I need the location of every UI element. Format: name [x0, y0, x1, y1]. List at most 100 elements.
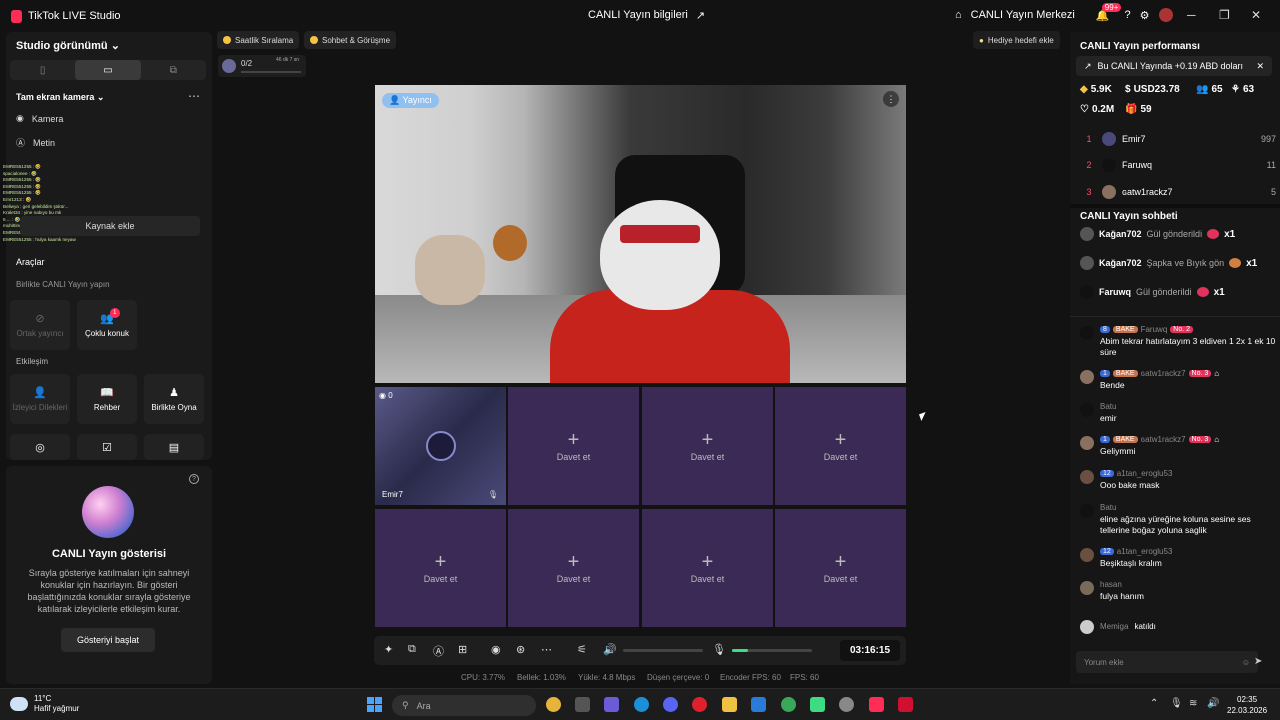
more-icon[interactable]: ⋯ — [188, 89, 200, 103]
app-icon[interactable] — [810, 697, 825, 712]
invite-slot[interactable]: + Davet et — [375, 509, 506, 627]
guide-tile[interactable]: 📖 Rehber — [77, 374, 137, 424]
play-together-tile[interactable]: ♟ Birlikte Oyna — [144, 374, 204, 424]
studio-view-dropdown[interactable]: Studio görünümü ⌄ — [16, 39, 120, 52]
hourly-ranking-pill[interactable]: Saatlik Sıralama — [217, 31, 300, 49]
ranking-row[interactable]: 1 Emir7 997 — [1080, 130, 1276, 148]
co-host-tile[interactable]: ⊘ Ortak yayıncı — [10, 300, 70, 350]
camera-icon: ◉ — [16, 113, 24, 123]
guest-slot-emir7[interactable]: ◉ 0 Emir7 🎙 — [375, 387, 506, 505]
tool-tile-row3-2[interactable]: ☑ — [77, 434, 137, 460]
live-info-button[interactable]: CANLI Yayın bilgileri ↗ — [588, 9, 705, 22]
add-source-button[interactable]: Kaynak ekle — [20, 216, 200, 236]
windows-start-icon[interactable] — [367, 697, 382, 712]
help-icon[interactable]: ? — [189, 474, 199, 484]
ranking-row[interactable]: 3 ɢatw1rackz7 5 — [1080, 183, 1276, 201]
weather-widget[interactable]: 11°C Hafif yağmur — [10, 694, 79, 714]
settings-app-icon[interactable] — [839, 697, 854, 712]
invite-slot[interactable]: + Davet et — [642, 509, 773, 627]
invite-slot[interactable]: + Davet et — [775, 509, 906, 627]
gift-goal-button[interactable]: ● Hediye hedefi ekle — [973, 31, 1060, 49]
close-icon[interactable]: ✕ — [1256, 61, 1264, 72]
ranking-row[interactable]: 2 Faruwq 11 — [1080, 156, 1276, 174]
mic-level-slider[interactable] — [732, 649, 812, 652]
avatar[interactable] — [1158, 8, 1173, 22]
bell-icon[interactable]: 🔔 99+ — [1096, 2, 1122, 22]
match-avatar — [222, 59, 236, 73]
magic-icon[interactable]: ✦ — [384, 643, 393, 656]
help-icon[interactable]: ? — [1125, 9, 1131, 21]
plus-icon: + — [834, 551, 847, 573]
live-center-link[interactable]: CANLI Yayın Merkezi — [971, 9, 1075, 21]
chrome-icon[interactable] — [546, 697, 561, 712]
chevron-up-icon[interactable]: ⌃ — [1150, 698, 1158, 709]
chat-call-pill[interactable]: Sohbet & Görüşme — [304, 31, 397, 49]
opera-icon[interactable] — [692, 697, 707, 712]
more-icon[interactable]: ⋯ — [541, 643, 552, 656]
multi-guest-tile[interactable]: 👥 1 Çoklu konuk — [77, 300, 137, 350]
mic-icon[interactable]: 🎙 — [712, 643, 726, 656]
join-message[interactable]: Memiga katıldı — [1080, 619, 1276, 634]
scene-dropdown[interactable]: Tam ekran kamera ⌄ — [16, 92, 104, 103]
clock[interactable]: 02:35 22.03.2026 — [1227, 694, 1267, 716]
dual-layout-button[interactable]: ⧉ — [141, 60, 206, 80]
camera-preview[interactable]: 👤 Yayıncı ⋮ — [375, 85, 906, 383]
bulb-icon: ● — [979, 35, 984, 45]
match-progress[interactable]: 0/2 46 dk 7 sn — [218, 55, 306, 77]
wifi-icon[interactable]: ≋ — [1189, 698, 1197, 709]
chat-message[interactable]: hasan fulya hanım — [1080, 580, 1276, 602]
chat-message[interactable]: 12 a1tan_eroglu53 Ooo bake mask — [1080, 469, 1276, 491]
chat-message[interactable]: 1 BAKE ɢatw1rackz7 No. 3 ⌂ Bende — [1080, 369, 1276, 391]
tiktok-studio-icon[interactable] — [869, 697, 884, 712]
invite-slot[interactable]: + Davet et — [775, 387, 906, 505]
teams-icon[interactable] — [604, 697, 619, 712]
emoji-icon[interactable]: ☺ — [1242, 658, 1250, 667]
mic-muted-icon[interactable]: 🎙 — [488, 490, 498, 499]
avatar — [1080, 436, 1094, 450]
home-icon[interactable]: ⌂ — [955, 9, 962, 21]
chat-message[interactable]: 8 BAKE Faruwq No. 2 Abim tekrar hatırlatayım… — [1080, 325, 1276, 358]
chat-message[interactable]: 1 BAKE ɢatw1rackz7 No. 3 ⌂ Geliymmi — [1080, 435, 1276, 457]
taskbar-search[interactable]: ⚲ Ara — [392, 695, 536, 716]
add-scene-icon[interactable]: ⊞ — [458, 643, 467, 656]
record-icon[interactable]: ◉ — [491, 643, 501, 656]
tool-tile-row3-3[interactable]: ▤ — [144, 434, 204, 460]
minimize-button[interactable]: ─ — [1187, 8, 1196, 22]
restore-button[interactable]: ❐ — [1219, 8, 1230, 22]
effects-icon[interactable]: ⧉ — [408, 643, 416, 656]
mixer-icon[interactable]: ⚟ — [577, 643, 587, 656]
volume-tray-icon[interactable]: 🔊 — [1207, 698, 1219, 709]
comment-input[interactable]: Yorum ekle ☺ — [1076, 651, 1258, 673]
close-button[interactable]: ✕ — [1251, 8, 1261, 22]
store-icon[interactable] — [575, 697, 590, 712]
invite-slot[interactable]: + Davet et — [508, 509, 639, 627]
folder-icon[interactable] — [722, 697, 737, 712]
viewer-wishes-tile[interactable]: 👤 İzleyici Dilekleri — [10, 374, 70, 424]
tool-tile-row3-1[interactable]: ◎ — [10, 434, 70, 460]
source-text[interactable]: Ⓐ Metin — [16, 136, 55, 149]
volume-slider[interactable] — [623, 649, 703, 652]
landscape-layout-button[interactable]: ▭ — [75, 60, 141, 80]
video-menu-icon[interactable]: ⋮ — [883, 91, 899, 107]
speaker-icon[interactable]: 🔊 — [603, 643, 617, 656]
gear-icon[interactable]: ⚙ — [1140, 9, 1150, 22]
mail-icon[interactable] — [751, 697, 766, 712]
portrait-layout-button[interactable]: ▯ — [10, 60, 75, 80]
chat-message[interactable]: Batu eline ağzına yüreğine koluna sesine … — [1080, 503, 1276, 536]
edge-icon[interactable] — [634, 697, 649, 712]
ai-icon[interactable]: Ⓐ — [433, 643, 444, 659]
send-icon[interactable]: ➤ — [1254, 656, 1262, 667]
chrome-alt-icon[interactable] — [781, 697, 796, 712]
avatar — [1080, 370, 1094, 384]
chat-message[interactable]: Batu emir — [1080, 402, 1276, 424]
video-app-icon[interactable] — [898, 697, 913, 712]
snapshot-icon[interactable]: ⊛ — [516, 643, 525, 656]
invite-slot[interactable]: + Davet et — [642, 387, 773, 505]
start-show-button[interactable]: Gösteriyi başlat — [61, 628, 155, 652]
text-icon: Ⓐ — [16, 138, 26, 148]
source-camera[interactable]: ◉ Kamera — [16, 113, 63, 124]
mic-tray-icon[interactable]: 🎙 — [1170, 698, 1183, 709]
chat-message[interactable]: 12 a1tan_eroglu53 Beşiktaşlı kralım — [1080, 547, 1276, 569]
invite-slot[interactable]: + Davet et — [508, 387, 639, 505]
discord-icon[interactable] — [663, 697, 678, 712]
